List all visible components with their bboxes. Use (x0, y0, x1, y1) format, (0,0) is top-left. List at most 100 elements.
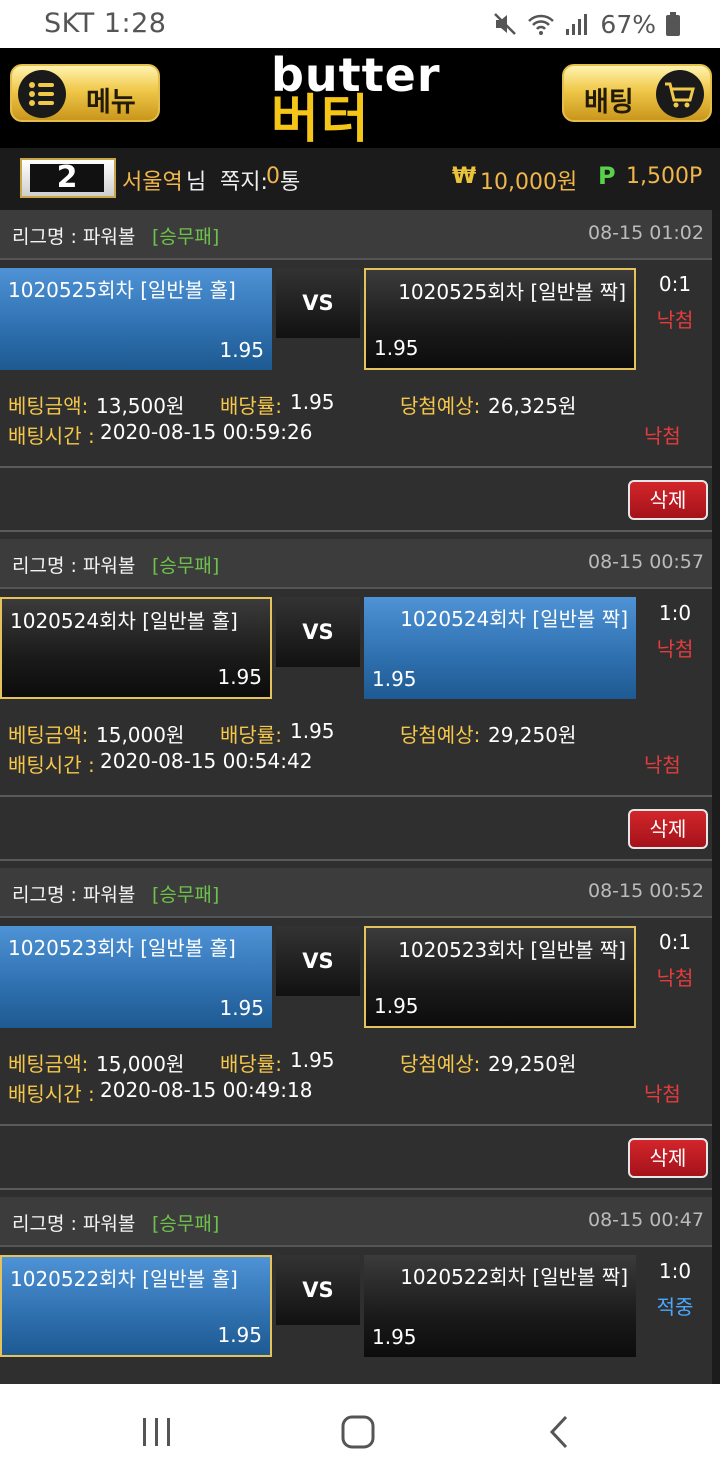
league-type: [승무패] (152, 555, 220, 577)
away-team-option[interactable]: 1020524회차 [일반볼 짝] 1.95 (364, 597, 636, 699)
delete-button[interactable]: 삭제 (628, 480, 708, 520)
menu-label: 메뉴 (86, 87, 136, 118)
delete-button[interactable]: 삭제 (628, 809, 708, 849)
league-header: 리그명 : 파워볼 [승무패] 08-15 00:52 (0, 868, 712, 918)
divider (0, 859, 712, 861)
signal-icon (566, 14, 588, 35)
messages-unit: 통 (280, 170, 301, 195)
vs-label: VS (276, 597, 360, 667)
level-badge: 2 (20, 158, 116, 198)
bet-amount-label: 베팅금액: (8, 1052, 89, 1076)
bet-time-label: 배팅시간 : (8, 753, 95, 777)
messages-count[interactable]: 0 (266, 164, 280, 189)
user-info-bar: 2 서울역 님 쪽지: 0 통 ₩ 10,000원 P 1,500P (0, 148, 720, 210)
home-team-option[interactable]: 1020525회차 [일반볼 홀] 1.95 (0, 268, 272, 370)
league-name: 리그명 : 파워볼 (12, 1213, 136, 1235)
bet-item: 리그명 : 파워볼 [승무패] 08-15 00:52 1020523회차 [일… (0, 868, 712, 1198)
username: 서울역 (122, 170, 183, 195)
odds-value: 1.95 (290, 719, 335, 743)
away-odds: 1.95 (374, 336, 419, 360)
bet-amount-label: 베팅금액: (8, 394, 89, 418)
home-team-option[interactable]: 1020523회차 [일반볼 홀] 1.95 (0, 926, 272, 1028)
match-time: 08-15 00:47 (587, 1209, 704, 1231)
mute-icon (494, 13, 517, 35)
odds-label: 배당률: (220, 394, 282, 418)
money-balance: 10,000원 (480, 170, 578, 195)
battery-icon (666, 12, 680, 36)
away-team-option[interactable]: 1020522회차 [일반볼 짝] 1.95 (364, 1255, 636, 1357)
bet-time: 2020-08-15 00:49:18 (100, 1078, 313, 1102)
bet-item: 리그명 : 파워볼 [승무패] 08-15 00:47 1020522회차 [일… (0, 1197, 712, 1384)
league-type: [승무패] (152, 884, 220, 906)
bet-amount: 15,000원 (96, 723, 185, 747)
home-odds: 1.95 (217, 1323, 262, 1347)
match-score: 0:1 (658, 272, 692, 296)
bet-item: 리그명 : 파워볼 [승무패] 08-15 01:02 1020525회차 [일… (0, 210, 712, 540)
odds-value: 1.95 (290, 390, 335, 414)
bet-result: 낙첨 (644, 1082, 681, 1106)
match-score: 1:0 (658, 1259, 692, 1283)
cart-icon (656, 70, 704, 118)
match-result: 낙첨 (656, 637, 694, 661)
messages-label[interactable]: 쪽지: (220, 164, 268, 196)
status-icons: 67% (492, 8, 680, 40)
system-nav-bar (0, 1384, 720, 1480)
away-team-option[interactable]: 1020523회차 [일반볼 짝] 1.95 (364, 926, 636, 1028)
app-header: 메뉴 butter 버터 배팅 (0, 48, 720, 148)
away-team-option[interactable]: 1020525회차 [일반볼 짝] 1.95 (364, 268, 636, 370)
league-header: 리그명 : 파워볼 [승무패] 08-15 01:02 (0, 210, 712, 260)
league-header: 리그명 : 파워볼 [승무패] 08-15 00:57 (0, 539, 712, 589)
logo-text-ko: 버터 (271, 90, 371, 150)
home-team-option[interactable]: 1020522회차 [일반볼 홀] 1.95 (0, 1255, 272, 1357)
away-odds: 1.95 (372, 667, 417, 691)
bet-amount: 15,000원 (96, 1052, 185, 1076)
bet-item: 리그명 : 파워볼 [승무패] 08-15 00:57 1020524회차 [일… (0, 539, 712, 869)
vs-label: VS (276, 926, 360, 996)
home-team-name: 1020522회차 [일반볼 홀] (10, 1267, 238, 1291)
divider (0, 466, 712, 468)
back-icon[interactable] (546, 1414, 572, 1450)
home-odds: 1.95 (219, 996, 264, 1020)
betting-cart-button[interactable]: 배팅 (562, 64, 712, 122)
league-header: 리그명 : 파워볼 [승무패] 08-15 00:47 (0, 1197, 712, 1247)
menu-button[interactable]: 메뉴 (10, 64, 160, 122)
bet-amount-row: 베팅금액: 13,500원 배당률: 1.95 당첨예상: 26,325원 (8, 390, 708, 420)
butter-logo[interactable]: butter 버터 (265, 48, 455, 150)
away-team-name: 1020524회차 [일반볼 짝] (400, 607, 628, 631)
bet-time: 2020-08-15 00:59:26 (100, 420, 313, 444)
home-team-name: 1020523회차 [일반볼 홀] (8, 936, 236, 960)
match-time: 08-15 00:57 (587, 551, 704, 573)
league-name: 리그명 : 파워볼 (12, 884, 136, 906)
away-odds: 1.95 (372, 1325, 417, 1349)
delete-button[interactable]: 삭제 (628, 1138, 708, 1178)
recent-apps-icon[interactable] (140, 1414, 174, 1450)
home-odds: 1.95 (219, 338, 264, 362)
expected-win: 29,250원 (488, 1052, 577, 1076)
match-result: 적중 (656, 1295, 694, 1319)
divider (0, 530, 712, 532)
expected-label: 당첨예상: (400, 1052, 481, 1076)
home-team-name: 1020525회차 [일반볼 홀] (8, 278, 236, 302)
bet-label: 배팅 (584, 87, 634, 118)
home-team-option[interactable]: 1020524회차 [일반볼 홀] 1.95 (0, 597, 272, 699)
bet-time-row: 배팅시간 : 2020-08-15 00:49:18 (8, 1078, 708, 1108)
home-odds: 1.95 (217, 665, 262, 689)
hamburger-icon (18, 70, 66, 118)
odds-label: 배당률: (220, 723, 282, 747)
bet-amount-row: 베팅금액: 15,000원 배당률: 1.95 당첨예상: 29,250원 (8, 1048, 708, 1078)
away-team-name: 1020525회차 [일반볼 짝] (398, 280, 626, 304)
bet-time-row: 배팅시간 : 2020-08-15 00:54:42 (8, 749, 708, 779)
home-icon[interactable] (340, 1414, 376, 1450)
league-name: 리그명 : 파워볼 (12, 555, 136, 577)
expected-label: 당첨예상: (400, 723, 481, 747)
expected-win: 26,325원 (488, 394, 577, 418)
divider (0, 1188, 712, 1190)
scrollbar[interactable] (712, 210, 720, 1384)
match-time: 08-15 01:02 (587, 222, 704, 244)
bet-time-row: 배팅시간 : 2020-08-15 00:59:26 (8, 420, 708, 450)
away-team-name: 1020522회차 [일반볼 짝] (400, 1265, 628, 1289)
bet-amount-label: 베팅금액: (8, 723, 89, 747)
level-number: 2 (30, 163, 104, 193)
bet-result: 낙첨 (644, 753, 681, 777)
league-type: [승무패] (152, 1213, 220, 1235)
